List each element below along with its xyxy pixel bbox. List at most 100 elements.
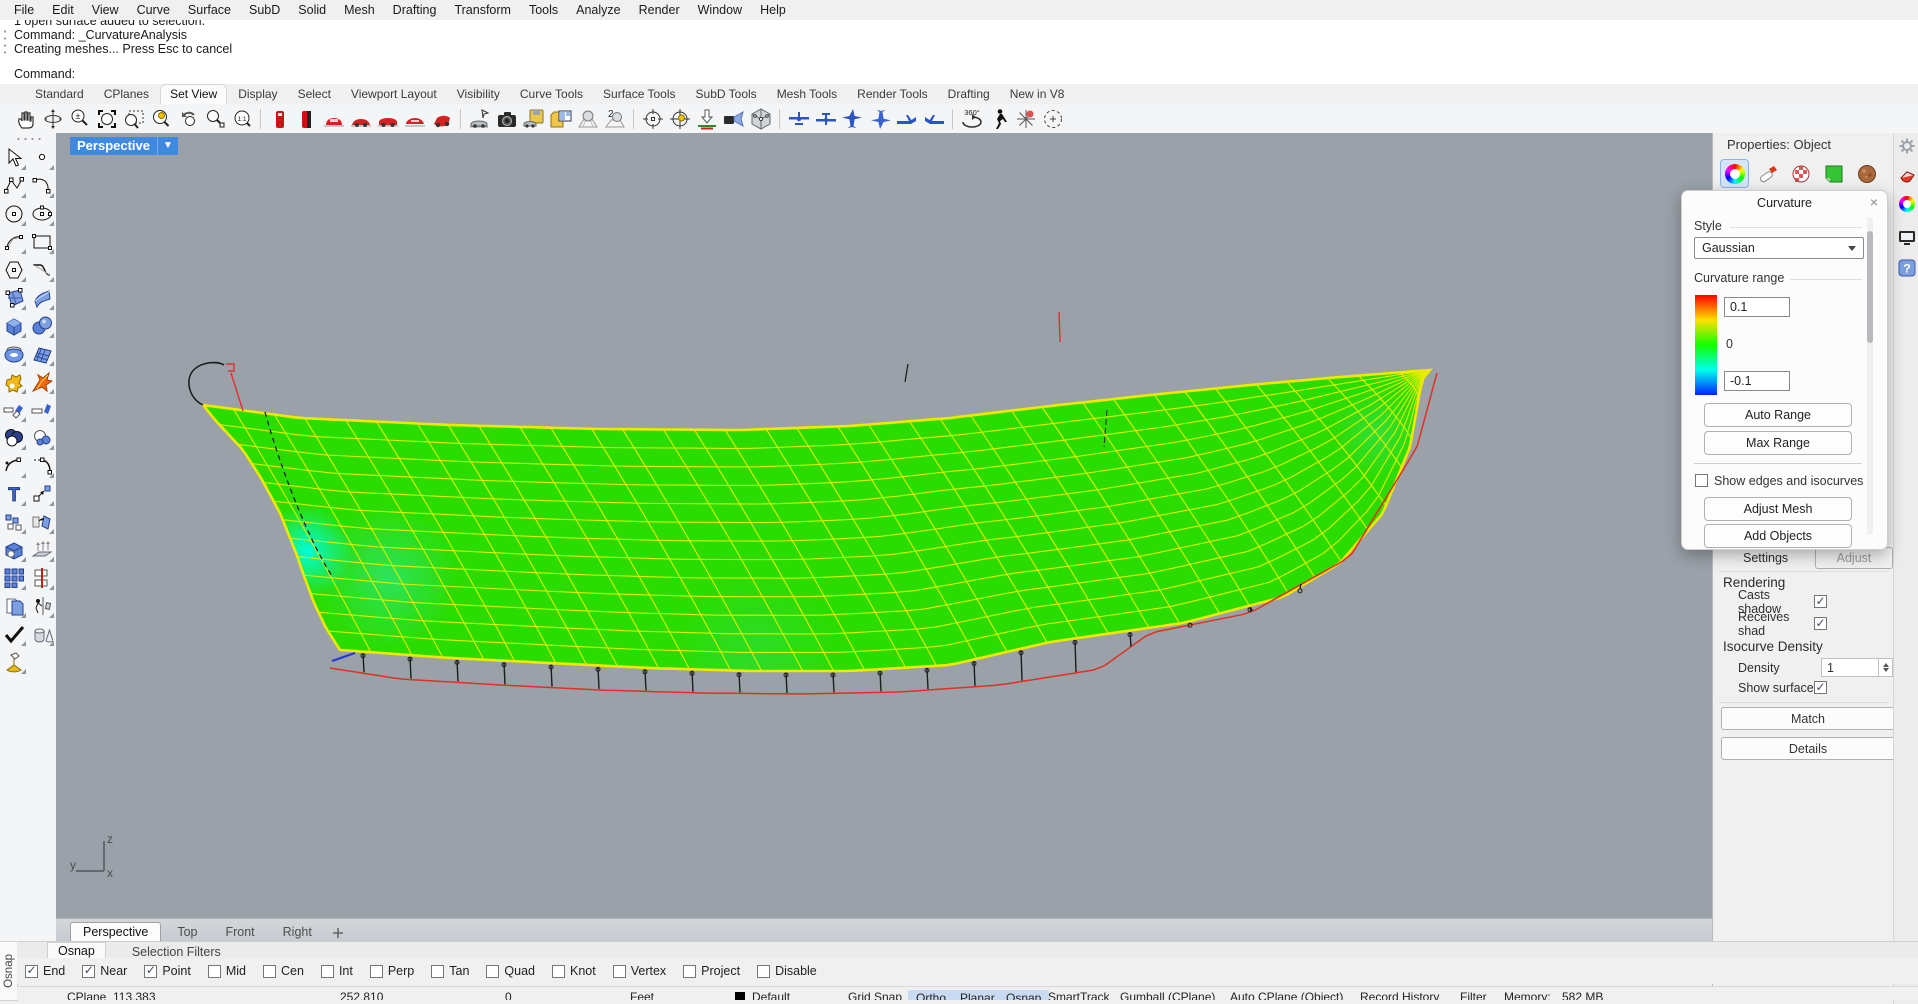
selected-point-marker[interactable]: [226, 363, 244, 412]
osnap-tab[interactable]: Osnap: [47, 942, 106, 959]
layer-pages-icon[interactable]: [1, 593, 27, 619]
zoom-target-burst-icon[interactable]: [1012, 106, 1039, 132]
viewport-tab-perspective[interactable]: Perspective: [70, 922, 162, 942]
material-brush-icon[interactable]: [1754, 160, 1781, 187]
plane-bottom-icon[interactable]: [866, 106, 893, 132]
turntable-360-icon[interactable]: 360°: [958, 106, 985, 132]
zoom-extents-icon[interactable]: [93, 106, 120, 132]
add-objects-button[interactable]: Add Objects: [1704, 524, 1852, 548]
explode-icon[interactable]: [29, 369, 55, 395]
range-min-input[interactable]: -0.1: [1724, 371, 1790, 391]
view-perspective-car-icon[interactable]: [428, 106, 455, 132]
named-view-widget-icon[interactable]: [747, 106, 774, 132]
surface-loft-icon[interactable]: [29, 285, 55, 311]
target-circle-icon[interactable]: [639, 106, 666, 132]
control-point-curve-icon[interactable]: [1, 173, 27, 199]
section-icon[interactable]: [29, 565, 55, 591]
stem-curve[interactable]: [188, 361, 225, 406]
osnap-cen[interactable]: Cen: [263, 964, 304, 978]
osnap-mid[interactable]: Mid: [207, 964, 246, 978]
spherical-view-icon[interactable]: [1039, 106, 1066, 132]
box-icon[interactable]: [1, 313, 27, 339]
view-right-car-icon[interactable]: [401, 106, 428, 132]
menu-analyze[interactable]: Analyze: [568, 2, 628, 18]
toolbar-tab-curve-tools[interactable]: Curve Tools: [511, 85, 592, 104]
osnap-side-tab[interactable]: Osnap: [0, 941, 18, 1001]
panel-options-gear-icon[interactable]: [1899, 138, 1915, 154]
extend-curve-icon[interactable]: [29, 453, 55, 479]
view-top-car-icon[interactable]: [320, 106, 347, 132]
receives-shadow-checkbox[interactable]: [1814, 617, 1827, 630]
density-spinner[interactable]: [1878, 659, 1892, 676]
command-prompt[interactable]: Command:: [0, 63, 1918, 85]
perspective-viewport[interactable]: Perspective ▼ z y x: [56, 133, 1712, 918]
osnap-near[interactable]: Near: [82, 964, 127, 978]
copy-objects-icon[interactable]: [1, 509, 27, 535]
osnap-point[interactable]: Point: [144, 964, 191, 978]
toolbar-tab-visibility[interactable]: Visibility: [448, 85, 509, 104]
viewport-title-label[interactable]: Perspective: [70, 137, 157, 155]
adjust-button[interactable]: Adjust: [1815, 547, 1893, 569]
rotate-view-icon[interactable]: [39, 106, 66, 132]
undo-view-icon[interactable]: [174, 106, 201, 132]
toolbar-tab-mesh-tools[interactable]: Mesh Tools: [768, 85, 846, 104]
menu-tools[interactable]: Tools: [521, 2, 566, 18]
mirror-icon[interactable]: [29, 509, 55, 535]
primitive-solids-icon[interactable]: [29, 621, 55, 647]
two-point-perspective-icon[interactable]: 2: [601, 106, 628, 132]
decal-icon[interactable]: [1820, 160, 1847, 187]
rendered-material-icon[interactable]: [1853, 160, 1880, 187]
camera-icon[interactable]: [493, 106, 520, 132]
zoom-selected-icon[interactable]: [147, 106, 174, 132]
curvature-panel-scrollbar[interactable]: [1867, 217, 1873, 535]
toolbar-tab-cplanes[interactable]: CPlanes: [95, 85, 158, 104]
ellipse-icon[interactable]: [29, 201, 55, 227]
interpolate-curve-icon[interactable]: [29, 173, 55, 199]
help-tab-icon[interactable]: ?: [1898, 259, 1916, 277]
surface-mesh-icon[interactable]: [29, 341, 55, 367]
rectangle-icon[interactable]: [29, 229, 55, 255]
move-control-point-icon[interactable]: [29, 481, 55, 507]
object-color-wheel-icon[interactable]: [1720, 159, 1749, 188]
toolbar-tab-standard[interactable]: Standard: [26, 85, 93, 104]
adjust-mesh-button[interactable]: Adjust Mesh: [1704, 497, 1852, 521]
target-move-icon[interactable]: [666, 106, 693, 132]
menu-transform[interactable]: Transform: [446, 2, 519, 18]
sphere-icon[interactable]: [29, 313, 55, 339]
perspective-sphere-icon[interactable]: [574, 106, 601, 132]
menu-solid[interactable]: Solid: [290, 2, 334, 18]
auto-range-button[interactable]: Auto Range: [1704, 403, 1852, 427]
rectangular-array-icon[interactable]: [1, 565, 27, 591]
select-arrow-icon[interactable]: [1, 145, 27, 171]
toolbar-tab-subd-tools[interactable]: SubD Tools: [687, 85, 766, 104]
viewport-tab-top[interactable]: Top: [165, 923, 209, 942]
solid-union-icon[interactable]: [1, 537, 27, 563]
menu-surface[interactable]: Surface: [180, 2, 239, 18]
show-edges-checkbox[interactable]: [1695, 474, 1708, 487]
osnap-end[interactable]: End: [25, 964, 65, 978]
zoom-dynamic-icon[interactable]: ±: [66, 106, 93, 132]
plane-left-icon[interactable]: [893, 106, 920, 132]
osnap-disable[interactable]: Disable: [757, 964, 817, 978]
viewport-menu-arrow-icon[interactable]: ▼: [157, 137, 178, 155]
menu-mesh[interactable]: Mesh: [336, 2, 383, 18]
circle-center-icon[interactable]: [1, 201, 27, 227]
plane-top-icon[interactable]: [839, 106, 866, 132]
menu-drafting[interactable]: Drafting: [385, 2, 445, 18]
viewport-tab-front[interactable]: Front: [213, 923, 266, 942]
zoom-window-icon[interactable]: [120, 106, 147, 132]
density-input[interactable]: 1: [1821, 658, 1893, 677]
toolbar-tab-select[interactable]: Select: [289, 85, 340, 104]
menu-view[interactable]: View: [84, 2, 127, 18]
chamfer-edge-icon[interactable]: [29, 397, 55, 423]
torus-icon[interactable]: [1, 341, 27, 367]
plane-front-icon[interactable]: [785, 106, 812, 132]
menu-file[interactable]: File: [6, 2, 42, 18]
save-named-view-icon[interactable]: [520, 106, 547, 132]
menu-window[interactable]: Window: [690, 2, 750, 18]
range-max-input[interactable]: 0.1: [1724, 297, 1790, 317]
fillet-curve-icon[interactable]: [1, 453, 27, 479]
style-dropdown[interactable]: Gaussian: [1694, 237, 1864, 259]
text-object-icon[interactable]: T: [1, 481, 27, 507]
toolbar-tab-new-in-v8[interactable]: New in V8: [1001, 85, 1074, 104]
